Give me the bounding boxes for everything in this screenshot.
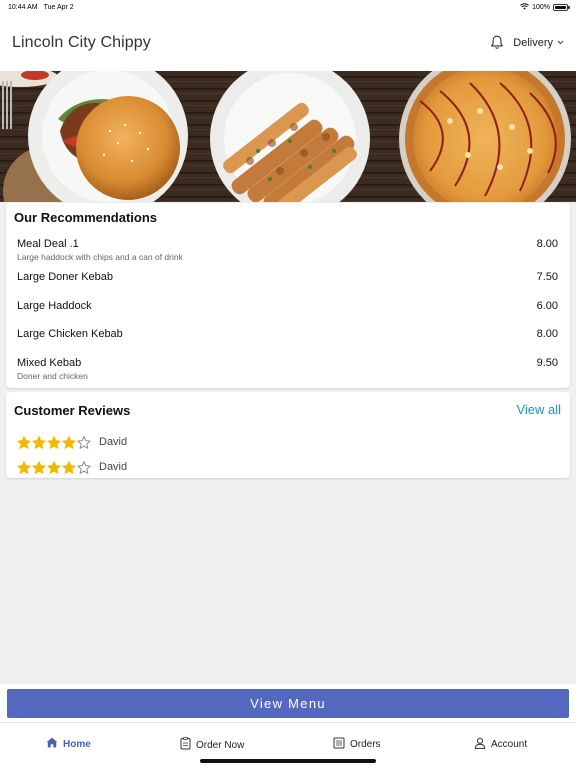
tab-order-now-label: Order Now — [196, 739, 245, 751]
star-filled-icon — [17, 460, 31, 474]
status-date: Tue Apr 2 — [43, 3, 74, 11]
reviewer-name: David — [99, 461, 128, 473]
recommendations-card: Our Recommendations Meal Deal .1 Large h… — [6, 203, 570, 388]
star-filled-icon — [62, 435, 76, 449]
bottom-area: View Menu Home Order Now Orders Account — [0, 684, 576, 768]
review-row[interactable]: David — [17, 459, 127, 475]
chevron-down-icon — [557, 40, 564, 45]
home-icon — [46, 737, 58, 751]
recommendations-title: Our Recommendations — [14, 210, 158, 225]
star-empty-icon — [77, 435, 91, 449]
notification-bell-icon[interactable] — [489, 35, 505, 51]
view-all-link[interactable]: View all — [516, 402, 561, 417]
menu-item[interactable]: Large Haddock 6.00 — [17, 300, 558, 328]
menu-item-description: Doner and chicken — [17, 371, 88, 381]
menu-item[interactable]: Meal Deal .1 Large haddock with chips an… — [17, 238, 558, 266]
menu-item-price: 8.00 — [536, 238, 558, 250]
home-indicator — [200, 759, 376, 763]
wifi-icon — [520, 2, 529, 12]
delivery-selector[interactable]: Delivery — [513, 37, 564, 49]
tab-order-now[interactable]: Order Now — [180, 737, 244, 753]
star-empty-icon — [77, 460, 91, 474]
star-rating — [17, 435, 91, 449]
menu-item-name: Large Doner Kebab — [17, 271, 114, 283]
reviews-title: Customer Reviews — [14, 403, 131, 418]
menu-item-name: Large Haddock — [17, 300, 92, 312]
menu-item-price: 8.00 — [536, 328, 558, 340]
menu-item[interactable]: Mixed Kebab Doner and chicken 9.50 — [17, 357, 558, 385]
customer-reviews-card: Customer Reviews View all David David — [6, 392, 570, 478]
page-title: Lincoln City Chippy — [12, 33, 151, 51]
battery-icon — [553, 3, 570, 11]
view-menu-button[interactable]: View Menu — [7, 689, 569, 718]
status-bar: 10:44 AM Tue Apr 2 100% — [0, 0, 576, 14]
delivery-label: Delivery — [513, 36, 553, 49]
app-header: Lincoln City Chippy Delivery — [0, 14, 576, 71]
menu-item-name: Mixed Kebab — [17, 357, 82, 369]
tab-orders[interactable]: Orders — [333, 737, 381, 752]
order-icon — [180, 737, 191, 753]
tab-account[interactable]: Account — [474, 737, 527, 752]
menu-item[interactable]: Large Doner Kebab 7.50 — [17, 271, 558, 299]
tab-home[interactable]: Home — [46, 737, 91, 751]
menu-item[interactable]: Large Chicken Kebab 8.00 — [17, 328, 558, 356]
food-banner-image — [0, 71, 576, 202]
orders-icon — [333, 737, 345, 752]
menu-item-description: Large haddock with chips and a can of dr… — [17, 252, 183, 262]
star-filled-icon — [32, 435, 46, 449]
tab-home-label: Home — [63, 738, 91, 750]
tab-orders-label: Orders — [350, 739, 381, 750]
star-filled-icon — [32, 460, 46, 474]
star-filled-icon — [62, 460, 76, 474]
menu-item-name: Large Chicken Kebab — [17, 328, 123, 340]
star-rating — [17, 460, 91, 474]
menu-item-price: 6.00 — [536, 300, 558, 312]
star-filled-icon — [17, 435, 31, 449]
review-row[interactable]: David — [17, 434, 127, 450]
star-filled-icon — [47, 460, 61, 474]
status-time: 10:44 AM — [8, 3, 38, 11]
star-filled-icon — [47, 435, 61, 449]
menu-item-name: Meal Deal .1 — [17, 238, 79, 250]
battery-percent: 100% — [532, 3, 550, 11]
menu-item-price: 9.50 — [536, 357, 558, 369]
account-icon — [474, 737, 486, 752]
menu-item-price: 7.50 — [536, 271, 558, 283]
tab-account-label: Account — [491, 739, 528, 750]
reviewer-name: David — [99, 436, 128, 448]
